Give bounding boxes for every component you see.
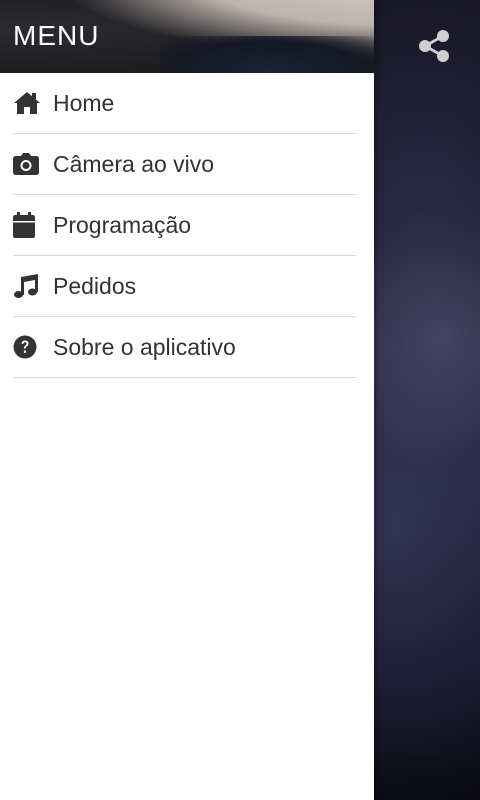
menu-item-label: Home: [53, 89, 115, 116]
menu-item-camera[interactable]: Câmera ao vivo: [13, 134, 356, 195]
menu-item-label: Programação: [53, 211, 192, 238]
menu-item-label: Pedidos: [53, 272, 137, 299]
navigation-drawer: MENU Home Câmera ao vivo Programação Ped…: [0, 0, 374, 800]
share-icon: [419, 30, 449, 62]
menu-list: Home Câmera ao vivo Programação Pedidos …: [0, 73, 374, 378]
menu-item-requests[interactable]: Pedidos: [13, 256, 356, 317]
home-icon: [13, 89, 41, 117]
music-note-icon: [13, 272, 41, 300]
menu-item-schedule[interactable]: Programação: [13, 195, 356, 256]
menu-item-label: Sobre o aplicativo: [53, 333, 236, 360]
camera-icon: [13, 150, 41, 178]
question-circle-icon: [13, 333, 41, 361]
menu-item-label: Câmera ao vivo: [53, 150, 215, 177]
drawer-header: MENU: [0, 0, 374, 73]
menu-title: MENU: [13, 20, 100, 51]
calendar-icon: [13, 211, 41, 239]
menu-item-home[interactable]: Home: [13, 73, 356, 134]
share-button[interactable]: [410, 22, 458, 70]
menu-item-about[interactable]: Sobre o aplicativo: [13, 317, 356, 378]
